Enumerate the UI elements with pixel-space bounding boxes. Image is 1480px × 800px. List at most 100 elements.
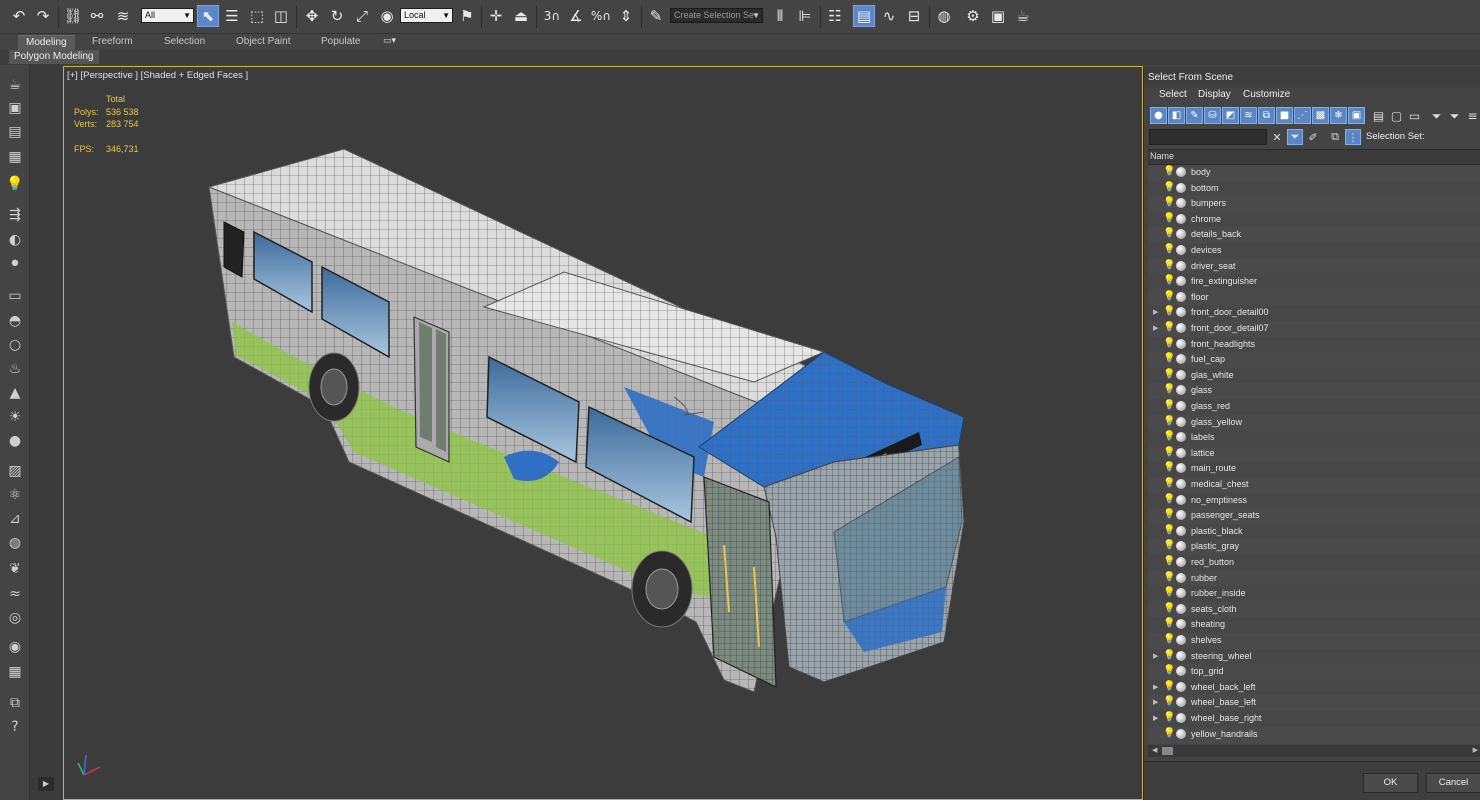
lightbulb-icon[interactable]: 💡: [1163, 650, 1175, 662]
lightbulb-icon[interactable]: 💡: [1163, 587, 1175, 599]
display-invert-icon[interactable]: ▭: [1406, 107, 1423, 124]
lightbulb-icon[interactable]: 💡: [1163, 634, 1175, 646]
sphere-icon[interactable]: ○: [5, 335, 25, 355]
menu-select[interactable]: Select: [1159, 87, 1187, 102]
filter-options-icon[interactable]: ⏷: [1446, 107, 1463, 124]
lightbulb-icon[interactable]: 💡: [1163, 400, 1175, 412]
lightbulb-icon[interactable]: 💡: [1163, 572, 1175, 584]
align-icon[interactable]: ⊫: [794, 5, 816, 27]
tab-populate[interactable]: Populate: [321, 35, 360, 50]
lightbulb-icon[interactable]: 💡: [1163, 712, 1175, 724]
box-icon[interactable]: ▭: [5, 286, 25, 306]
list-item[interactable]: 💡 chrome: [1148, 211, 1480, 228]
display-none-icon[interactable]: ▢: [1388, 107, 1405, 124]
more-options-icon[interactable]: ≡: [1464, 107, 1480, 124]
list-item[interactable]: 💡 glass_yellow: [1148, 415, 1480, 431]
lightbulb-icon[interactable]: 💡: [1163, 384, 1175, 396]
display-frozen-icon[interactable]: ❄: [1330, 107, 1347, 124]
tab-modeling[interactable]: Modeling: [18, 35, 75, 50]
lightbulb-icon[interactable]: 💡: [5, 174, 25, 194]
menu-customize[interactable]: Customize: [1243, 87, 1290, 102]
dome-icon[interactable]: ◓: [5, 311, 25, 331]
lightbulb-icon[interactable]: 💡: [1163, 728, 1175, 740]
cone-icon[interactable]: ▲: [5, 383, 25, 403]
tab-selection[interactable]: Selection: [164, 35, 205, 50]
lightbulb-icon[interactable]: 💡: [1163, 182, 1175, 194]
list-item[interactable]: ▶ 💡 front_door_detail00: [1148, 305, 1480, 321]
rotate-icon[interactable]: ↻: [326, 5, 348, 27]
film-icon[interactable]: ▦: [5, 662, 25, 682]
list-item[interactable]: 💡 sheating: [1148, 617, 1480, 633]
orb-icon[interactable]: ◉: [5, 637, 25, 657]
lightbulb-icon[interactable]: 💡: [1163, 525, 1175, 537]
lightbulb-icon[interactable]: 💡: [1163, 696, 1175, 708]
bind-spacewarp-icon[interactable]: ≋: [112, 5, 134, 27]
list-item[interactable]: ▶ 💡 wheel_base_right: [1148, 711, 1480, 727]
list-item[interactable]: 💡 bumpers: [1148, 196, 1480, 212]
clear-search-icon[interactable]: ✕: [1269, 129, 1285, 145]
grid-icon[interactable]: ▦: [5, 147, 25, 167]
lightbulb-icon[interactable]: 💡: [1163, 353, 1175, 365]
list-item[interactable]: ▶ 💡 wheel_base_left: [1148, 695, 1480, 711]
list-item[interactable]: 💡 seats_cloth: [1148, 602, 1480, 618]
unlink-icon[interactable]: ⚯: [86, 5, 108, 27]
list-item[interactable]: 💡 lattice: [1148, 446, 1480, 462]
scale-icon[interactable]: ⤢: [351, 5, 373, 27]
expand-arrow-icon[interactable]: ▶: [1153, 308, 1158, 316]
list-item[interactable]: 💡 shelves: [1148, 633, 1480, 649]
select-by-name-icon[interactable]: ☰: [221, 5, 243, 27]
display-hidden-icon[interactable]: ▣: [1348, 107, 1365, 124]
ribbon-options-icon[interactable]: ▭▾: [383, 36, 396, 46]
ball-icon[interactable]: ●: [5, 431, 25, 451]
list-item[interactable]: ▶ 💡 front_door_detail07: [1148, 321, 1480, 337]
lightbulb-icon[interactable]: 💡: [1163, 306, 1175, 318]
lightbulb-icon[interactable]: 💡: [1163, 509, 1175, 521]
select-manipulate-icon[interactable]: ✛: [485, 5, 507, 27]
list-column-header[interactable]: Name: [1148, 149, 1480, 165]
list-item[interactable]: ▶ 💡 wheel_back_left: [1148, 679, 1480, 696]
hatch-icon[interactable]: ▨: [5, 461, 25, 481]
list-item[interactable]: 💡 labels: [1148, 430, 1480, 446]
lightbulb-icon[interactable]: 💡: [1163, 197, 1175, 209]
angle-snap-icon[interactable]: ∡: [565, 5, 587, 27]
search-input[interactable]: [1149, 129, 1267, 145]
expand-arrow-icon[interactable]: ▶: [1153, 683, 1158, 691]
list-item[interactable]: 💡 medical_chest: [1148, 477, 1480, 493]
list-item[interactable]: 💡 plastic_black: [1148, 523, 1480, 540]
perspective-viewport[interactable]: [+] [Perspective ] [Shaded + Edged Faces…: [63, 66, 1143, 800]
lightbulb-icon[interactable]: 💡: [1163, 213, 1175, 225]
lightbulb-icon[interactable]: 💡: [1163, 369, 1175, 381]
lightbulb-icon[interactable]: 💡: [1163, 338, 1175, 350]
render-icon[interactable]: ☕: [1012, 5, 1034, 27]
lightbulb-icon[interactable]: 💡: [1163, 603, 1175, 615]
scroll-thumb[interactable]: [1162, 747, 1173, 755]
list-item[interactable]: 💡 fuel_cap: [1148, 352, 1480, 368]
horizontal-scrollbar[interactable]: ◀ ▶: [1148, 745, 1480, 757]
scroll-right-icon[interactable]: ▶: [1473, 746, 1478, 754]
lightbulb-icon[interactable]: 💡: [1163, 540, 1175, 552]
lightbulb-icon[interactable]: 💡: [1163, 166, 1175, 178]
list-item[interactable]: 💡 main_route: [1148, 461, 1480, 477]
redo-icon[interactable]: ↷: [32, 5, 54, 27]
placement-icon[interactable]: ◉: [376, 5, 398, 27]
move-icon[interactable]: ✥: [301, 5, 323, 27]
filter-icon[interactable]: ⏷: [1428, 107, 1445, 124]
tab-object-paint[interactable]: Object Paint: [236, 35, 290, 50]
hierarchy-icon[interactable]: ◐: [5, 230, 25, 250]
lightbulb-icon[interactable]: 💡: [1163, 416, 1175, 428]
lightbulb-icon[interactable]: 💡: [1163, 665, 1175, 677]
sun-icon[interactable]: ☀: [5, 407, 25, 427]
display-bones-icon[interactable]: ⋰: [1294, 107, 1311, 124]
plant-icon[interactable]: ❦: [5, 559, 25, 579]
lightbulb-icon[interactable]: 💡: [1163, 244, 1175, 256]
display-shapes-icon[interactable]: ◧: [1168, 107, 1185, 124]
list-item[interactable]: 💡 rubber_inside: [1148, 586, 1480, 602]
dialog-title[interactable]: Select From Scene: [1144, 67, 1480, 87]
lightbulb-icon[interactable]: 💡: [1163, 462, 1175, 474]
dome-light-icon[interactable]: ♨: [5, 359, 25, 379]
axis-icon[interactable]: ⊿: [5, 509, 25, 529]
list-item[interactable]: 💡 glass_red: [1148, 399, 1480, 415]
lightbulb-icon[interactable]: 💡: [1163, 447, 1175, 459]
render-frame-icon[interactable]: ▣: [5, 98, 25, 118]
window-crossing-icon[interactable]: ◫: [270, 5, 292, 27]
